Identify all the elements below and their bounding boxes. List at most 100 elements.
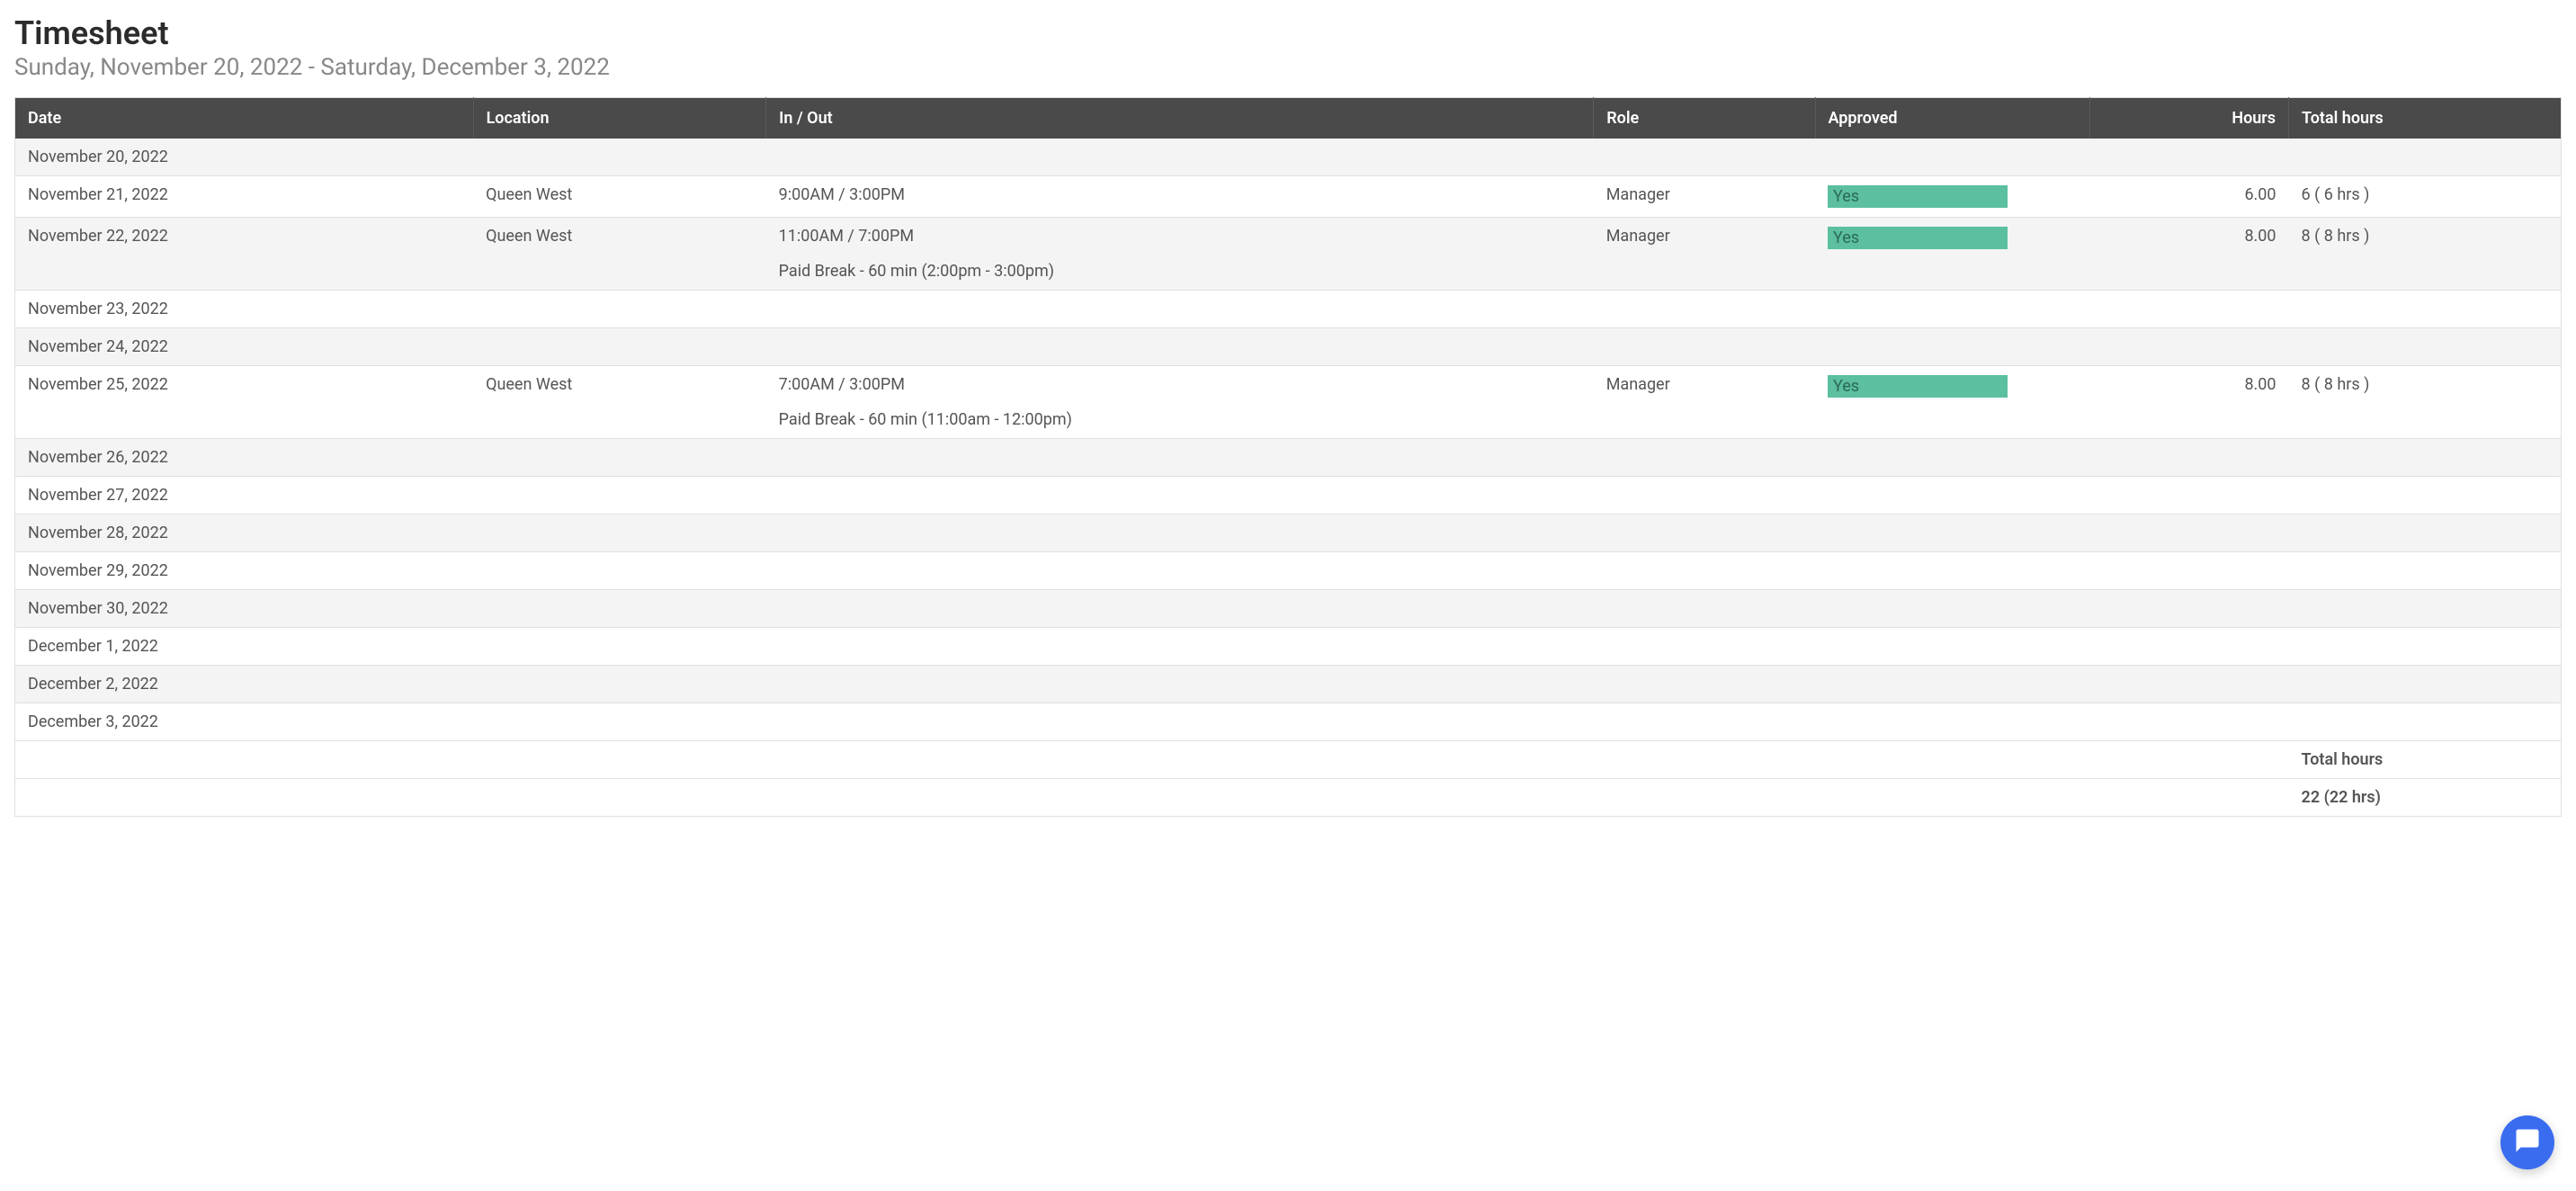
cell-hours: 8.00 bbox=[2090, 366, 2289, 439]
cell-total-hours: 6 ( 6 hrs ) bbox=[2289, 176, 2562, 218]
break-text: Paid Break - 60 min (11:00am - 12:00pm) bbox=[779, 410, 1581, 429]
cell-role bbox=[1594, 515, 1815, 552]
cell-location: Queen West bbox=[473, 366, 766, 439]
col-header-total-hours: Total hours bbox=[2289, 98, 2562, 139]
cell-hours: 8.00 bbox=[2090, 218, 2289, 291]
cell-role bbox=[1594, 703, 1815, 741]
col-header-location: Location bbox=[473, 98, 766, 139]
cell-hours bbox=[2090, 328, 2289, 366]
cell-hours bbox=[2090, 628, 2289, 666]
cell-approved: Yes bbox=[1815, 366, 2090, 439]
page-title: Timesheet bbox=[14, 14, 2562, 52]
chat-icon bbox=[2514, 1127, 2541, 1158]
cell-hours bbox=[2090, 477, 2289, 515]
summary-value: 22 (22 hrs) bbox=[2289, 779, 2562, 817]
cell-hours bbox=[2090, 666, 2289, 703]
table-row: November 21, 2022Queen West9:00AM / 3:00… bbox=[15, 176, 2562, 218]
cell-role bbox=[1594, 477, 1815, 515]
cell-inout bbox=[766, 552, 1594, 590]
table-row: December 2, 2022 bbox=[15, 666, 2562, 703]
table-row: November 22, 2022Queen West11:00AM / 7:0… bbox=[15, 218, 2562, 291]
cell-location bbox=[473, 328, 766, 366]
cell-location: Queen West bbox=[473, 176, 766, 218]
cell-hours bbox=[2090, 703, 2289, 741]
cell-approved bbox=[1815, 590, 2090, 628]
cell-location bbox=[473, 590, 766, 628]
cell-approved bbox=[1815, 552, 2090, 590]
cell-location bbox=[473, 477, 766, 515]
cell-inout: 7:00AM / 3:00PM Paid Break - 60 min (11:0… bbox=[766, 366, 1594, 439]
cell-approved: Yes bbox=[1815, 176, 2090, 218]
cell-date: November 21, 2022 bbox=[15, 176, 474, 218]
cell-approved bbox=[1815, 291, 2090, 328]
cell-total-hours bbox=[2289, 139, 2562, 176]
cell-location bbox=[473, 666, 766, 703]
cell-total-hours bbox=[2289, 439, 2562, 477]
table-header: Date Location In / Out Role Approved Hou… bbox=[15, 98, 2562, 139]
cell-total-hours bbox=[2289, 666, 2562, 703]
cell-role bbox=[1594, 666, 1815, 703]
cell-total-hours: 8 ( 8 hrs ) bbox=[2289, 218, 2562, 291]
cell-location bbox=[473, 703, 766, 741]
cell-date: November 28, 2022 bbox=[15, 515, 474, 552]
col-header-date: Date bbox=[15, 98, 474, 139]
page-subtitle: Sunday, November 20, 2022 - Saturday, De… bbox=[14, 54, 2562, 81]
cell-hours bbox=[2090, 552, 2289, 590]
cell-inout bbox=[766, 291, 1594, 328]
cell-hours bbox=[2090, 515, 2289, 552]
inout-time: 11:00AM / 7:00PM bbox=[779, 227, 1581, 246]
cell-approved bbox=[1815, 328, 2090, 366]
cell-date: November 25, 2022 bbox=[15, 366, 474, 439]
cell-hours: 6.00 bbox=[2090, 176, 2289, 218]
table-row: November 29, 2022 bbox=[15, 552, 2562, 590]
col-header-role: Role bbox=[1594, 98, 1815, 139]
cell-location bbox=[473, 439, 766, 477]
cell-inout: 11:00AM / 7:00PM Paid Break - 60 min (2:0… bbox=[766, 218, 1594, 291]
cell-role: Manager bbox=[1594, 218, 1815, 291]
cell-location bbox=[473, 628, 766, 666]
cell-approved bbox=[1815, 139, 2090, 176]
cell-hours bbox=[2090, 291, 2289, 328]
cell-date: November 30, 2022 bbox=[15, 590, 474, 628]
approved-badge: Yes bbox=[1828, 227, 2008, 249]
cell-inout bbox=[766, 666, 1594, 703]
cell-date: November 22, 2022 bbox=[15, 218, 474, 291]
chat-button[interactable] bbox=[2500, 1115, 2554, 1169]
inout-time: 7:00AM / 3:00PM bbox=[779, 375, 1581, 394]
cell-date: November 20, 2022 bbox=[15, 139, 474, 176]
table-row: November 27, 2022 bbox=[15, 477, 2562, 515]
approved-badge: Yes bbox=[1828, 185, 2008, 208]
cell-inout bbox=[766, 590, 1594, 628]
summary-label-row: Total hours bbox=[15, 741, 2562, 779]
table-row: December 3, 2022 bbox=[15, 703, 2562, 741]
cell-total-hours bbox=[2289, 515, 2562, 552]
cell-location bbox=[473, 291, 766, 328]
table-row: November 24, 2022 bbox=[15, 328, 2562, 366]
cell-total-hours bbox=[2289, 628, 2562, 666]
cell-approved bbox=[1815, 477, 2090, 515]
cell-date: December 2, 2022 bbox=[15, 666, 474, 703]
cell-inout bbox=[766, 439, 1594, 477]
cell-approved bbox=[1815, 628, 2090, 666]
cell-location bbox=[473, 139, 766, 176]
col-header-hours: Hours bbox=[2090, 98, 2289, 139]
table-row: November 26, 2022 bbox=[15, 439, 2562, 477]
table-row: November 28, 2022 bbox=[15, 515, 2562, 552]
cell-role bbox=[1594, 628, 1815, 666]
cell-total-hours bbox=[2289, 552, 2562, 590]
cell-date: November 27, 2022 bbox=[15, 477, 474, 515]
cell-approved bbox=[1815, 515, 2090, 552]
cell-date: November 26, 2022 bbox=[15, 439, 474, 477]
table-row: November 30, 2022 bbox=[15, 590, 2562, 628]
cell-hours bbox=[2090, 439, 2289, 477]
col-header-inout: In / Out bbox=[766, 98, 1594, 139]
summary-label: Total hours bbox=[2289, 741, 2562, 779]
table-row: November 23, 2022 bbox=[15, 291, 2562, 328]
cell-location bbox=[473, 515, 766, 552]
break-text: Paid Break - 60 min (2:00pm - 3:00pm) bbox=[779, 262, 1581, 281]
table-row: November 20, 2022 bbox=[15, 139, 2562, 176]
cell-approved: Yes bbox=[1815, 218, 2090, 291]
cell-total-hours bbox=[2289, 477, 2562, 515]
cell-inout: 9:00AM / 3:00PM bbox=[766, 176, 1594, 218]
cell-role bbox=[1594, 439, 1815, 477]
